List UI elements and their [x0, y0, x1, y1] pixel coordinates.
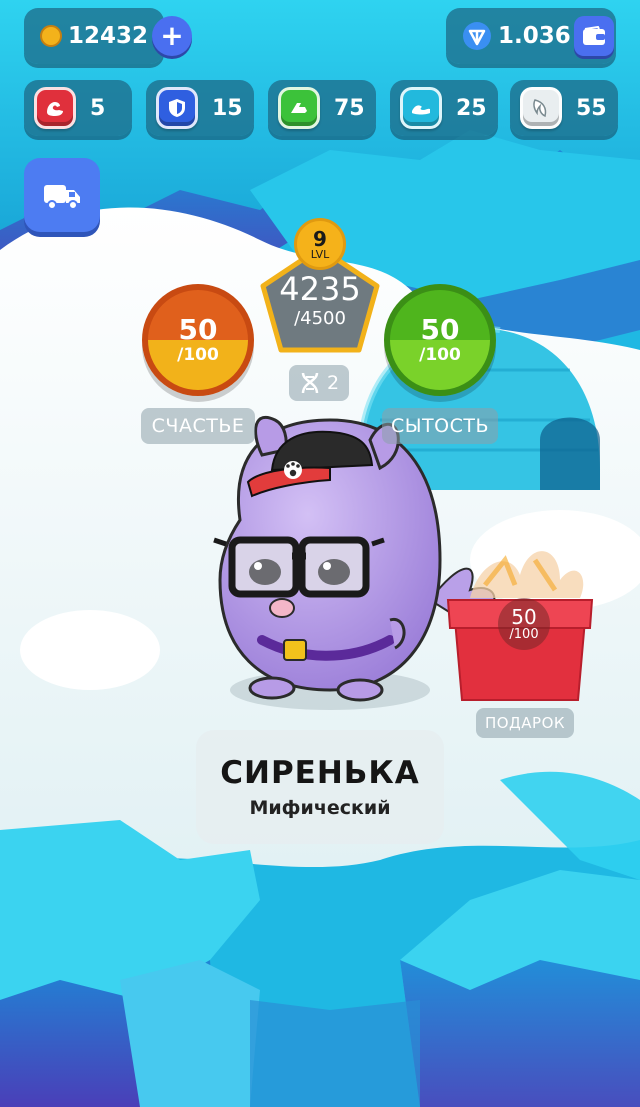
- happiness-meter[interactable]: 50 /100: [142, 284, 254, 396]
- gift-label[interactable]: ПОДАРОК: [476, 708, 574, 738]
- pet-character[interactable]: [215, 420, 445, 700]
- feather-icon: [520, 87, 562, 129]
- happiness-value: 50: [178, 313, 218, 346]
- coin-balance[interactable]: 12432: [24, 8, 164, 64]
- happiness-max: /100: [177, 345, 219, 365]
- stat-wind[interactable]: 55: [510, 80, 618, 136]
- delivery-button[interactable]: [24, 158, 100, 232]
- coin-icon: [40, 25, 62, 47]
- stat-water[interactable]: 25: [390, 80, 498, 136]
- game-scene: 12432 + 1.036 5 15 75 25 55 4235 /4500 9…: [0, 0, 640, 1107]
- plus-icon: +: [160, 19, 184, 52]
- stat-value: 15: [212, 95, 243, 121]
- stat-speed[interactable]: 75: [268, 80, 376, 136]
- shield-icon: [156, 87, 198, 129]
- level-value: 9: [313, 226, 327, 251]
- speed-icon: [278, 87, 320, 129]
- ton-amount: 1.036: [498, 23, 571, 49]
- stat-defense[interactable]: 15: [146, 80, 254, 136]
- dna-icon: [301, 372, 319, 394]
- coin-amount: 12432: [68, 23, 149, 49]
- satiety-meter[interactable]: 50 /100: [384, 284, 496, 396]
- xp-current: 4235: [279, 270, 361, 308]
- pet-name-card: СИРЕНЬКА Мифический: [196, 730, 444, 844]
- level-label: LVL: [310, 247, 330, 261]
- gift-max: /100: [509, 626, 539, 642]
- truck-icon: [44, 185, 80, 210]
- dna-count: 2: [326, 372, 340, 394]
- stat-value: 55: [576, 95, 607, 121]
- level-badge: 9 LVL: [294, 218, 346, 270]
- pet-name: СИРЕНЬКА: [220, 755, 420, 791]
- pet-rarity: Мифический: [249, 797, 391, 819]
- stat-value: 25: [456, 95, 487, 121]
- gift-progress[interactable]: 50 /100: [498, 598, 550, 650]
- wallet-icon[interactable]: [574, 16, 614, 56]
- xp-total: /4500: [294, 308, 346, 329]
- stat-value: 5: [90, 95, 106, 121]
- gift-value: 50: [511, 604, 537, 629]
- stat-strength[interactable]: 5: [24, 80, 132, 136]
- strength-icon: [34, 87, 76, 129]
- ton-icon: [463, 22, 491, 50]
- stat-value: 75: [334, 95, 365, 121]
- add-coins-button[interactable]: +: [152, 16, 192, 56]
- satiety-max: /100: [419, 345, 461, 365]
- satiety-value: 50: [420, 313, 460, 346]
- wave-icon: [400, 87, 442, 129]
- dna-counter[interactable]: 2: [289, 365, 349, 401]
